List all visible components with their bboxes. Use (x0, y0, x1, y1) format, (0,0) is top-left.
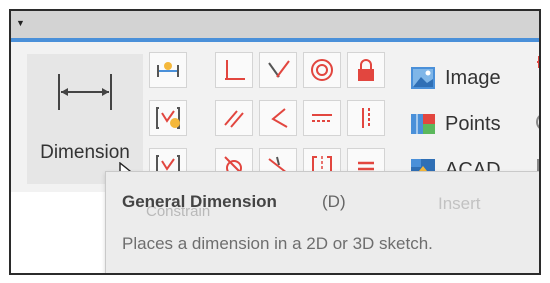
coincident-icon (271, 108, 288, 128)
dimension-button-label: Dimension (40, 142, 130, 163)
linear-dimension-icon (58, 74, 112, 110)
dimension-tooltip: Constrain General Dimension (D) Insert P… (105, 171, 539, 273)
insert-points-label: Points (445, 112, 501, 135)
vertical-icon (362, 108, 370, 128)
tangent-icon (268, 60, 290, 78)
insert-points-button[interactable]: Points (409, 104, 501, 144)
horizontal-icon (312, 114, 332, 122)
vertical-constraint-button[interactable] (347, 100, 385, 136)
perpendicular-icon (225, 60, 245, 80)
concentric-icon (311, 59, 333, 81)
lock-icon (358, 59, 374, 81)
ribbon-panel: Dimension Image Points ACAD (11, 42, 539, 192)
insert-image-label: Image (445, 66, 501, 89)
tooltip-title: General Dimension (122, 192, 277, 211)
insert-panel-label: Insert (438, 194, 481, 213)
app-window: ▼ Dimension Image Points ACAD Constrain … (9, 9, 541, 275)
parallel-icon (224, 110, 244, 128)
dimension-button[interactable]: Dimension (27, 54, 143, 185)
perpendicular-constraint-button[interactable] (215, 52, 253, 88)
parallel-constraint-button[interactable] (215, 100, 253, 136)
baseline-dimension-icon (157, 62, 179, 77)
concentric-constraint-button[interactable] (303, 52, 341, 88)
ribbon-title-bar: ▼ (11, 11, 539, 38)
baseline-dimension-button[interactable] (149, 52, 187, 88)
auto-dimension-button[interactable] (149, 100, 187, 136)
tooltip-description: Places a dimension in a 2D or 3D sketch. (122, 234, 433, 253)
tangent-constraint-button[interactable] (259, 52, 297, 88)
collapse-caret-icon[interactable]: ▼ (16, 18, 25, 28)
points-icon (411, 114, 435, 134)
tooltip-shortcut: (D) (322, 192, 346, 211)
auto-dimension-icon (156, 107, 180, 129)
image-icon (411, 67, 435, 89)
cut-off-tools-column (533, 42, 539, 192)
insert-image-button[interactable]: Image (409, 58, 501, 98)
fix-constraint-button[interactable] (347, 52, 385, 88)
horizontal-constraint-button[interactable] (303, 100, 341, 136)
coincident-constraint-button[interactable] (259, 100, 297, 136)
